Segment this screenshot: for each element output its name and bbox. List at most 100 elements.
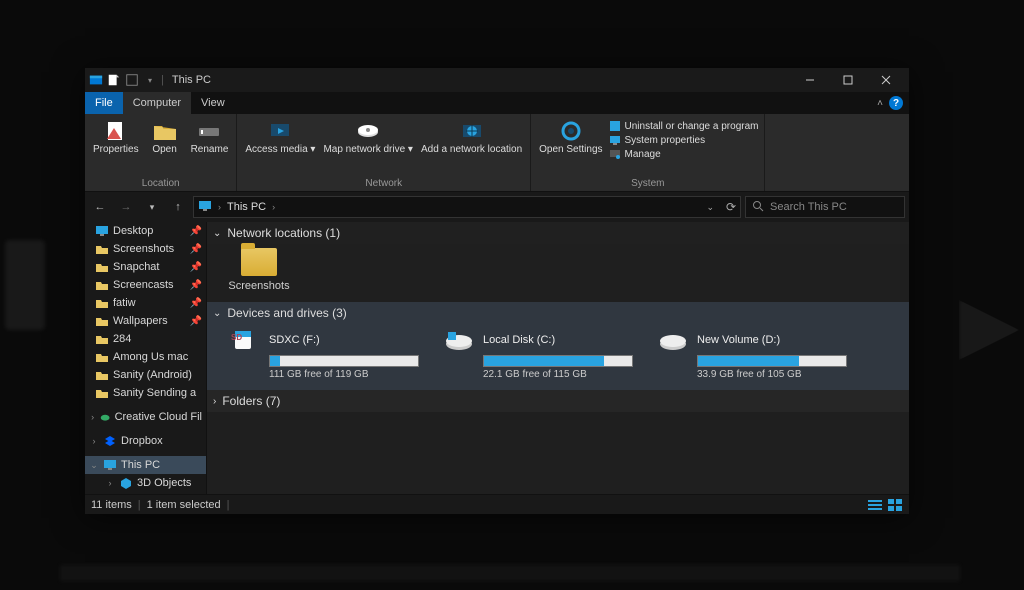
capacity-bar [483,355,633,367]
properties-icon [102,120,130,142]
sidebar-item-3d-objects[interactable]: › 3D Objects [85,474,206,492]
ribbon-open-settings[interactable]: Open Settings [537,118,604,176]
breadcrumb-root[interactable]: This PC [227,201,266,213]
section-folders[interactable]: › Folders (7) [207,390,909,412]
sidebar-item-284[interactable]: 284 [85,330,206,348]
ribbon-group-label: Location [91,176,230,191]
creative-cloud-icon [100,411,110,423]
qat-checkbox-icon[interactable] [125,73,139,87]
sidebar-item-screenshots[interactable]: Screenshots 📌 [85,240,206,258]
status-bar: 11 items | 1 item selected | [85,494,909,514]
sidebar-item-creative-cloud[interactable]: › Creative Cloud Fil [85,408,206,426]
sidebar-item-snapchat[interactable]: Snapchat 📌 [85,258,206,276]
dropbox-icon [103,435,117,447]
drive-sdxc[interactable]: SD SDXC (F:) 111 GB free of 119 GB [229,328,429,380]
open-icon [151,120,179,142]
capacity-bar [697,355,847,367]
search-placeholder: Search This PC [770,201,847,213]
ribbon-properties[interactable]: Properties [91,118,141,176]
sidebar-item-sanity-android[interactable]: Sanity (Android) [85,366,206,384]
expand-icon[interactable]: › [89,436,99,446]
sidebar-item-fatiw[interactable]: fatiw 📌 [85,294,206,312]
this-pc-icon [198,200,212,215]
sidebar-item-screencasts[interactable]: Screencasts 📌 [85,276,206,294]
sidebar-item-this-pc[interactable]: ⌄ This PC [85,456,206,474]
sidebar-item-among-us[interactable]: Among Us mac [85,348,206,366]
qat-properties-icon[interactable] [107,73,121,87]
maximize-button[interactable] [829,68,867,92]
sidebar-item-sanity-sending[interactable]: Sanity Sending a [85,384,206,402]
app-icon [89,73,103,87]
network-location-item[interactable]: Screenshots [229,248,289,292]
capacity-bar [269,355,419,367]
close-button[interactable] [867,68,905,92]
nav-up-button[interactable]: ↑ [167,196,189,218]
ribbon-group-network: Access media ▾ Map network drive ▾ Add a… [237,114,531,191]
ribbon-add-location[interactable]: Add a network location [419,118,524,176]
system-properties-icon [609,134,621,146]
add-location-icon [458,120,486,142]
titlebar[interactable]: ▾ | This PC [85,68,909,92]
address-bar[interactable]: › This PC › ⌄ ⟳ [193,196,741,218]
media-icon [266,120,294,142]
section-network-locations[interactable]: ⌄ Network locations (1) [207,222,909,244]
manage-icon [609,148,621,160]
drive-new-volume-d[interactable]: New Volume (D:) 33.9 GB free of 105 GB [657,328,857,380]
nav-recent-button[interactable]: ▾ [141,196,163,218]
minimize-button[interactable] [791,68,829,92]
expand-icon[interactable]: › [105,478,115,488]
chevron-right-icon[interactable]: › [213,396,216,407]
tab-view[interactable]: View [191,92,235,114]
3d-objects-icon [119,477,133,489]
ribbon-system-properties[interactable]: System properties [609,134,759,146]
address-row: ← → ▾ ↑ › This PC › ⌄ ⟳ Search This PC [85,192,909,222]
nav-back-button[interactable]: ← [89,196,111,218]
sidebar-item-wallpapers[interactable]: Wallpapers 📌 [85,312,206,330]
folder-icon [95,315,109,327]
folder-icon [95,351,109,363]
window-title: This PC [172,74,211,86]
chevron-right-icon[interactable]: › [218,202,221,212]
ribbon-uninstall[interactable]: Uninstall or change a program [609,120,759,132]
ribbon-map-drive[interactable]: Map network drive ▾ [321,118,415,176]
help-icon[interactable]: ? [889,96,903,110]
search-icon [752,200,764,215]
chevron-down-icon[interactable]: ⌄ [213,228,221,239]
drives-row: SD SDXC (F:) 111 GB free of 119 GB Local… [207,324,909,390]
folder-icon [95,387,109,399]
search-input[interactable]: Search This PC [745,196,905,218]
uninstall-icon [609,120,621,132]
qat-dropdown-icon[interactable]: ▾ [143,73,157,87]
ribbon-open[interactable]: Open [145,118,185,176]
expand-icon[interactable]: › [89,412,96,422]
ribbon-rename[interactable]: Rename [189,118,231,176]
collapse-icon[interactable]: ⌄ [89,460,99,471]
refresh-icon[interactable]: ⟳ [726,200,736,214]
sidebar-item-dropbox[interactable]: › Dropbox [85,432,206,450]
folder-icon [95,279,109,291]
folder-icon [95,261,109,273]
details-view-icon[interactable] [867,498,883,512]
ribbon-collapse-icon[interactable]: ˄ [877,98,883,109]
address-dropdown-icon[interactable]: ⌄ [706,202,714,213]
tiles-view-icon[interactable] [887,498,903,512]
pin-icon: 📌 [190,280,202,291]
pin-icon: 📌 [190,244,202,255]
folder-icon [95,333,109,345]
chevron-down-icon[interactable]: ⌄ [213,308,221,319]
sidebar-item-desktop[interactable]: Desktop 📌 [85,222,206,240]
ribbon-access-media[interactable]: Access media ▾ [243,118,317,176]
this-pc-icon [103,459,117,471]
ribbon-group-label: System [537,176,758,191]
pin-icon: 📌 [190,298,202,309]
drive-local-c[interactable]: Local Disk (C:) 22.1 GB free of 115 GB [443,328,643,380]
section-devices-drives[interactable]: ⌄ Devices and drives (3) [207,302,909,324]
tab-computer[interactable]: Computer [123,92,191,114]
nav-forward-button[interactable]: → [115,196,137,218]
ribbon-manage[interactable]: Manage [609,148,759,160]
tab-file[interactable]: File [85,92,123,114]
chevron-right-icon[interactable]: › [272,202,275,212]
pin-icon: 📌 [190,262,202,273]
settings-icon [557,120,585,142]
sdcard-icon: SD [229,328,261,352]
